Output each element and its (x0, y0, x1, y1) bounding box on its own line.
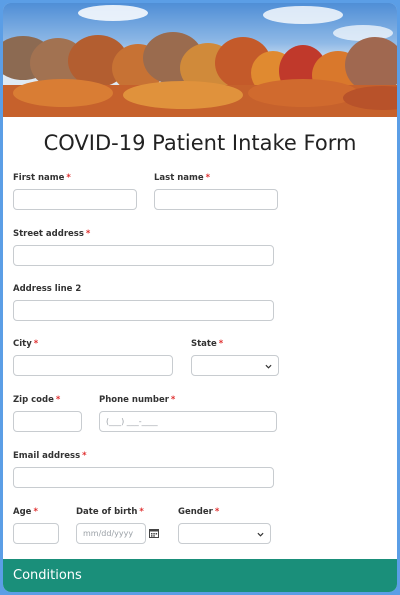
chevron-down-icon (265, 364, 272, 369)
calendar-icon[interactable] (149, 528, 159, 538)
conditions-section-header[interactable]: Conditions (3, 559, 397, 592)
state-label-text: State (191, 339, 217, 349)
required-mark: * (33, 507, 38, 517)
address-line-2-field[interactable] (13, 300, 274, 321)
age-field[interactable] (13, 523, 59, 544)
chevron-down-icon (257, 532, 264, 537)
date-of-birth-field[interactable]: mm/dd/yyyy (76, 523, 146, 544)
required-mark: * (205, 173, 211, 183)
email-address-field[interactable] (13, 467, 274, 488)
autumn-trees-banner (3, 3, 397, 117)
required-mark: * (82, 451, 87, 461)
required-mark: * (214, 507, 220, 517)
required-mark: * (55, 395, 61, 405)
zip-code-label-text: Zip code (13, 395, 54, 405)
last-name-label-text: Last name (154, 173, 204, 183)
page-title: COVID-19 Patient Intake Form (43, 131, 357, 155)
age-label-text: Age (13, 507, 32, 517)
required-mark: * (170, 395, 176, 405)
gender-label: Gender * (178, 507, 219, 517)
form-card: COVID-19 Patient Intake Form First name *… (3, 3, 397, 592)
date-of-birth-label-text: Date of birth (76, 507, 138, 517)
first-name-label-text: First name (13, 173, 65, 183)
city-field[interactable] (13, 355, 173, 376)
email-address-label: Email address * (13, 451, 87, 461)
zip-code-label: Zip code * (13, 395, 60, 405)
required-mark: * (33, 339, 39, 349)
phone-number-label: Phone number * (99, 395, 175, 405)
date-of-birth-placeholder: mm/dd/yyyy (83, 529, 134, 538)
required-mark: * (139, 507, 144, 517)
email-address-label-text: Email address (13, 451, 81, 461)
last-name-field[interactable] (154, 189, 278, 210)
age-label: Age * (13, 507, 38, 517)
required-mark: * (218, 339, 224, 349)
street-address-label: Street address * (13, 229, 90, 239)
first-name-label: First name * (13, 173, 71, 183)
address-line-2-label: Address line 2 (13, 284, 81, 294)
conditions-section-title: Conditions (13, 568, 82, 583)
phone-number-field[interactable]: (___) ___-____ (99, 411, 277, 432)
city-label-text: City (13, 339, 32, 349)
street-address-label-text: Street address (13, 229, 84, 239)
zip-code-field[interactable] (13, 411, 82, 432)
address-line-2-label-text: Address line 2 (13, 284, 82, 294)
required-mark: * (66, 173, 71, 183)
phone-number-label-text: Phone number (99, 395, 169, 405)
phone-number-placeholder: (___) ___-____ (106, 417, 158, 426)
required-mark: * (85, 229, 91, 239)
gender-select[interactable] (178, 523, 271, 544)
last-name-label: Last name * (154, 173, 210, 183)
state-label: State * (191, 339, 223, 349)
gender-label-text: Gender (178, 507, 213, 517)
state-select[interactable] (191, 355, 279, 376)
date-of-birth-label: Date of birth * (76, 507, 144, 517)
first-name-field[interactable] (13, 189, 137, 210)
city-label: City * (13, 339, 38, 349)
street-address-field[interactable] (13, 245, 274, 266)
